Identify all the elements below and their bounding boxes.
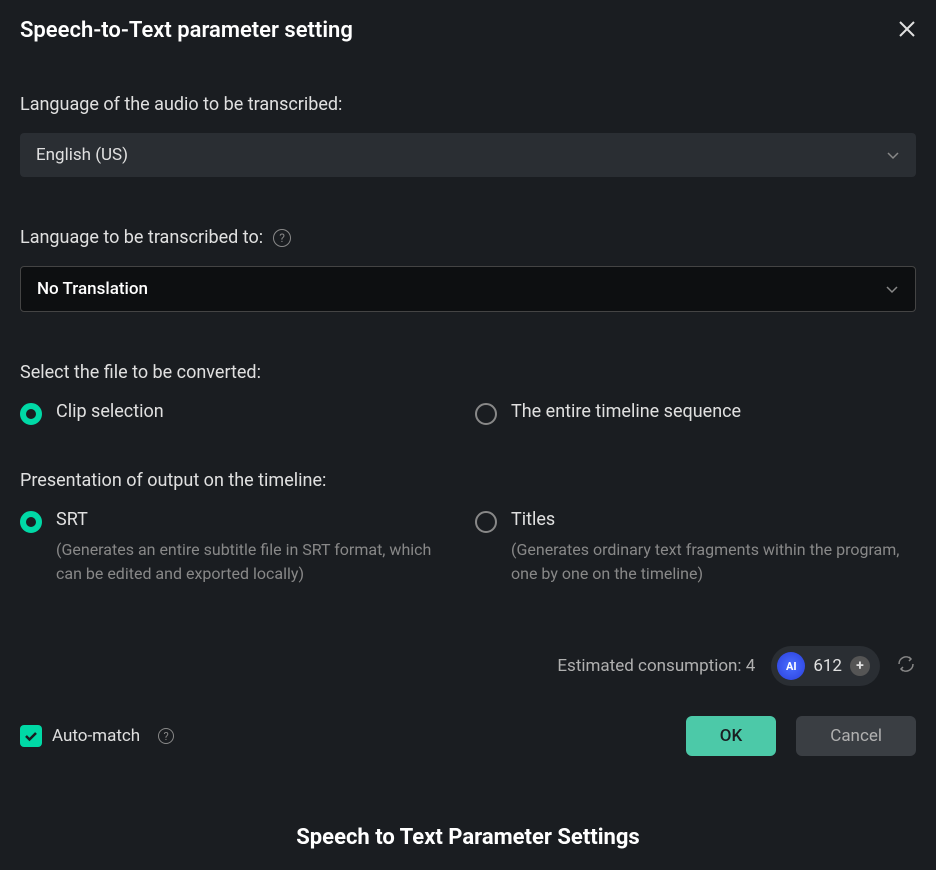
- target-language-select[interactable]: No Translation: [20, 266, 916, 312]
- target-language-value: No Translation: [37, 279, 148, 299]
- source-language-label: Language of the audio to be transcribed:: [20, 94, 916, 115]
- radio-button-selected-icon: [20, 511, 42, 533]
- button-group: OK Cancel: [686, 716, 916, 756]
- refresh-icon[interactable]: [896, 654, 916, 678]
- title-bar: Speech-to-Text parameter setting: [20, 16, 916, 44]
- consumption-label: Estimated consumption: 4: [557, 656, 755, 676]
- target-language-label: Language to be transcribed to: ?: [20, 227, 916, 248]
- ai-badge-icon: AI: [777, 652, 805, 680]
- dialog-title: Speech-to-Text parameter setting: [20, 18, 353, 43]
- radio-entire-timeline[interactable]: The entire timeline sequence: [475, 401, 916, 425]
- cancel-button[interactable]: Cancel: [796, 716, 916, 756]
- output-presentation-group: SRT (Generates an entire subtitle file i…: [20, 509, 916, 586]
- consumption-row: Estimated consumption: 4 AI 612 +: [20, 646, 916, 686]
- file-selection-group: Clip selection The entire timeline seque…: [20, 401, 916, 425]
- help-icon[interactable]: ?: [158, 728, 174, 744]
- close-button[interactable]: [898, 16, 916, 44]
- checkbox-checked-icon: [20, 725, 42, 747]
- chevron-down-icon: [886, 145, 900, 165]
- radio-button-icon: [475, 403, 497, 425]
- ok-button[interactable]: OK: [686, 716, 776, 756]
- source-language-select[interactable]: English (US): [20, 133, 916, 177]
- credits-value: 612: [813, 656, 842, 676]
- radio-srt[interactable]: SRT (Generates an entire subtitle file i…: [20, 509, 455, 586]
- radio-titles[interactable]: Titles (Generates ordinary text fragment…: [475, 509, 916, 586]
- credits-pill[interactable]: AI 612 +: [771, 646, 880, 686]
- radio-clip-selection[interactable]: Clip selection: [20, 401, 455, 425]
- image-caption: Speech to Text Parameter Settings: [296, 825, 639, 850]
- plus-icon[interactable]: +: [850, 656, 870, 676]
- auto-match-label: Auto-match: [52, 726, 140, 746]
- chevron-down-icon: [885, 279, 899, 299]
- radio-button-selected-icon: [20, 403, 42, 425]
- radio-button-icon: [475, 511, 497, 533]
- close-icon: [898, 20, 916, 38]
- file-selection-label: Select the file to be converted:: [20, 362, 916, 383]
- help-icon[interactable]: ?: [273, 229, 291, 247]
- auto-match-checkbox-group[interactable]: Auto-match ?: [20, 725, 174, 747]
- bottom-row: Auto-match ? OK Cancel: [20, 716, 916, 756]
- source-language-value: English (US): [36, 145, 128, 165]
- output-presentation-label: Presentation of output on the timeline:: [20, 470, 916, 491]
- stt-settings-dialog: Speech-to-Text parameter setting Languag…: [0, 0, 936, 772]
